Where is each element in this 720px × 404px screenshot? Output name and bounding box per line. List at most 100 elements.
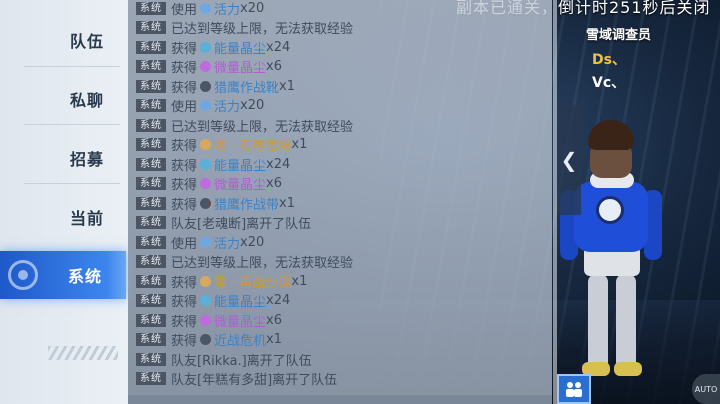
avatar-icon [200, 139, 212, 150]
team-member[interactable]: Vc、 [592, 72, 651, 92]
item-name-link[interactable]: 零 · 有序思维 [214, 135, 291, 154]
item-name-link[interactable]: 微量晶尘 [214, 174, 266, 193]
tab-current[interactable]: 当前 [0, 191, 128, 243]
character-hat [588, 120, 634, 150]
team-members-button[interactable] [557, 374, 591, 404]
item-name-link[interactable]: 能量晶尘 [214, 291, 266, 310]
tab-label: 系统 [67, 267, 102, 286]
chat-message: 系统 获得 猎鹰作战靴 x1 [136, 76, 295, 96]
item-name-link[interactable]: 活力 [214, 0, 240, 18]
tab-recruit[interactable]: 招募 [0, 132, 128, 184]
system-badge: 系统 [136, 333, 166, 346]
message-text: x24 [266, 39, 291, 55]
chat-message: 系统 获得 微量晶尘 x6 [136, 310, 282, 330]
system-badge: 系统 [136, 138, 166, 151]
chat-panel-footer [128, 395, 552, 404]
system-badge: 系统 [136, 255, 166, 268]
tab-private[interactable]: 私聊 [0, 73, 128, 125]
chat-message: 系统 队友[Rikka.]离开了队伍 [136, 349, 312, 369]
chat-message: 系统 已达到等级上限，无法获取经验 [136, 252, 353, 272]
team-member[interactable]: Ds、 [592, 49, 651, 69]
chat-message: 系统 队友[年糕有多甜]离开了队伍 [136, 369, 337, 389]
message-text: x1 [279, 195, 295, 211]
item-name-link[interactable]: 猎鹰作战靴 [214, 77, 279, 96]
tab-label: 招募 [69, 150, 104, 169]
chat-message: 系统 获得 能量晶尘 x24 [136, 37, 290, 57]
chip-icon [200, 334, 212, 345]
system-badge: 系统 [136, 294, 166, 307]
message-text: 队友[Rikka.]离开了队伍 [171, 353, 312, 369]
chevron-left-icon: ❮ [560, 148, 578, 172]
system-badge: 系统 [136, 235, 166, 249]
system-badge: 系统 [136, 313, 166, 327]
message-text: x6 [266, 59, 282, 74]
tab-system[interactable]: 系统 [0, 251, 126, 299]
team-panel: 雪域调查员 Ds、 Vc、 [586, 24, 651, 92]
message-text: 获得 [171, 334, 198, 349]
tab-label: 私聊 [69, 91, 104, 110]
message-text: x6 [266, 176, 282, 191]
tab-divider [24, 66, 120, 67]
message-text: 获得 [171, 80, 198, 96]
chat-message: 系统 获得 能量晶尘 x24 [136, 154, 290, 174]
item-name-link[interactable]: 活力 [214, 96, 240, 115]
message-text: x1 [291, 137, 308, 152]
collapse-chat-button[interactable]: ❮ [557, 105, 581, 215]
message-text: 获得 [171, 275, 198, 291]
system-badge: 系统 [136, 118, 166, 132]
message-text: 获得 [171, 197, 198, 213]
character-leg-left [588, 274, 608, 370]
chat-message: 系统 获得 近战危机 x1 [136, 330, 282, 350]
message-text: 获得 [171, 158, 198, 174]
decorative-stripes [48, 346, 118, 360]
message-text: x1 [266, 332, 282, 347]
team-title: 雪域调查员 [586, 28, 652, 43]
system-badge: 系统 [136, 274, 166, 288]
system-chat-panel: 系统 使用 活力 x20 系统 已达到等级上限，无法获取经验 系统 获得 能量晶尘 x24 系统… [128, 0, 552, 404]
purple-crystal-icon [200, 314, 212, 326]
message-text: 已达到等级上限，无法获取经验 [171, 22, 354, 37]
tab-divider [24, 124, 120, 125]
character-emblem [596, 196, 624, 224]
system-badge: 系统 [136, 99, 166, 112]
blue-crystal-icon [200, 2, 212, 14]
item-name-link[interactable]: 能量晶尘 [214, 155, 266, 174]
message-text: 已达到等级上限，无法获取经验 [171, 119, 354, 135]
item-name-link[interactable]: 近战危机 [214, 330, 266, 349]
message-text: x24 [266, 293, 291, 308]
message-text: 获得 [171, 295, 198, 310]
tab-team[interactable]: 队伍 [0, 14, 128, 66]
message-text: 已达到等级上限，无法获取经验 [171, 256, 354, 271]
people-icon [566, 382, 582, 397]
target-icon [8, 260, 38, 290]
item-name-link[interactable]: 微量晶尘 [214, 311, 266, 330]
item-name-link[interactable]: 微量晶尘 [214, 57, 266, 76]
blue-crystal-icon [200, 100, 212, 111]
character-shoe-right [614, 362, 642, 376]
system-badge: 系统 [136, 40, 166, 54]
character-leg-right [616, 274, 636, 370]
purple-crystal-icon [200, 178, 212, 189]
item-name-link[interactable]: 活力 [214, 233, 240, 252]
item-name-link[interactable]: 能量晶尘 [214, 38, 266, 57]
message-text: 获得 [171, 178, 198, 193]
auto-button[interactable]: AUTO [692, 374, 720, 404]
system-badge: 系统 [136, 372, 166, 385]
message-text: 获得 [171, 314, 198, 330]
blue-crystal-icon [200, 41, 212, 53]
message-text: 使用 [171, 236, 198, 252]
tab-label: 队伍 [69, 32, 104, 51]
system-badge: 系统 [136, 157, 166, 171]
chat-message: 系统 使用 活力 x20 [136, 232, 264, 252]
chat-message: 系统 队友[老魂断]离开了队伍 [136, 213, 311, 233]
chat-message: 系统 已达到等级上限，无法获取经验 [136, 18, 353, 38]
message-text: 使用 [171, 100, 198, 115]
message-text: 获得 [171, 61, 198, 76]
chat-message: 系统 获得 能量晶尘 x24 [136, 291, 290, 311]
item-name-link[interactable]: 零 · 再战沙漠 [214, 272, 291, 291]
chat-message-list[interactable]: 系统 使用 活力 x20 系统 已达到等级上限，无法获取经验 系统 获得 能量晶尘 x24 系统… [128, 0, 552, 395]
item-name-link[interactable]: 猎鹰作战带 [214, 194, 279, 213]
message-text: 获得 [171, 139, 198, 154]
tab-label: 当前 [69, 209, 104, 228]
chat-message: 系统 获得 微量晶尘 x6 [136, 174, 282, 194]
